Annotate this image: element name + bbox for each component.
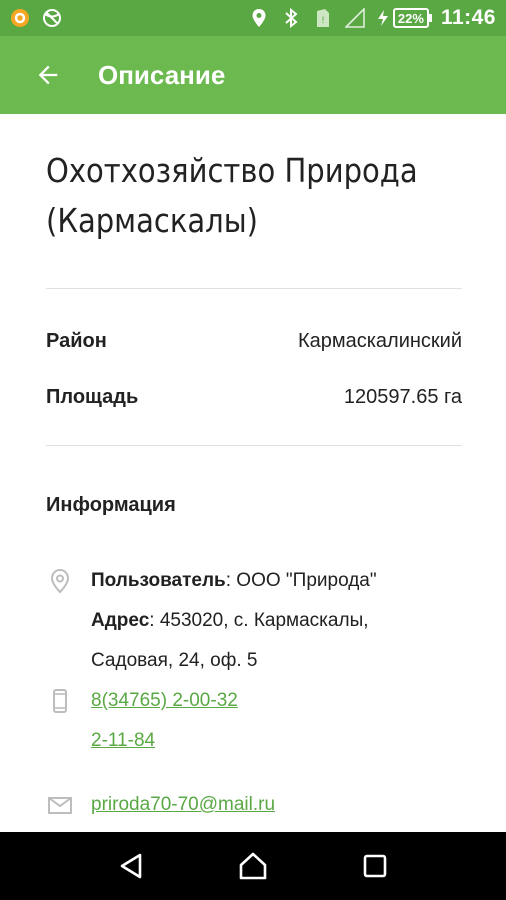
- info-block: Пользователь: ООО "Природа" Адрес: 45302…: [46, 561, 462, 825]
- status-bar-left: [10, 8, 62, 28]
- battery-group: 22%: [377, 8, 432, 28]
- battery-percent: 22%: [397, 10, 424, 26]
- property-value: 120597.65 га: [343, 385, 462, 408]
- home-icon: [239, 852, 267, 880]
- nav-home-button[interactable]: [233, 846, 273, 886]
- address-label: Адрес: [91, 610, 150, 631]
- nav-recents-button[interactable]: [355, 846, 395, 886]
- back-button[interactable]: [0, 36, 98, 114]
- phone-block: 8(34765) 2-00-32 2-11-84: [46, 681, 462, 761]
- info-section-title: Информация: [46, 494, 176, 516]
- recents-icon: [363, 854, 387, 878]
- sim-card-icon: !: [313, 8, 333, 28]
- property-label: Площадь: [46, 385, 139, 408]
- charging-icon: [377, 8, 389, 28]
- phone-icon: [53, 689, 67, 713]
- owner-line: Пользователь: ООО "Природа": [46, 561, 462, 601]
- divider: [46, 288, 462, 289]
- hunting-ground-name: Охотхозяйство Природа (Кармаскалы): [46, 151, 418, 240]
- detail-content: Охотхозяйство Природа (Кармаскалы) Район…: [46, 114, 462, 825]
- blocked-globe-icon: [42, 8, 62, 28]
- location-pin-icon: [50, 568, 70, 594]
- owner-label: Пользователь: [91, 570, 226, 591]
- owner-value: : ООО "Природа": [225, 570, 377, 591]
- property-row-area: Площадь 120597.65 га: [46, 369, 462, 425]
- email-link[interactable]: priroda70-70@mail.ru: [91, 794, 275, 816]
- arrow-back-icon: [38, 65, 58, 85]
- properties-list: Район Кармаскалинский Площадь 120597.65 …: [46, 313, 462, 425]
- phone-link-2[interactable]: 2-11-84: [91, 730, 155, 752]
- app-notification-icon: [10, 8, 30, 28]
- address-line: Адрес: 453020, с. Кармаскалы,: [46, 601, 462, 641]
- mail-icon: [48, 797, 72, 814]
- property-label: Район: [46, 329, 107, 352]
- phone-link-1[interactable]: 8(34765) 2-00-32: [91, 690, 238, 712]
- property-row-district: Район Кармаскалинский: [46, 313, 462, 369]
- address-line-2: Садовая, 24, оф. 5: [46, 641, 462, 681]
- address-value-continued: Садовая, 24, оф. 5: [91, 650, 258, 671]
- nav-back-button[interactable]: [111, 846, 151, 886]
- email-line: priroda70-70@mail.ru: [46, 785, 462, 825]
- battery-icon: 22%: [392, 8, 432, 28]
- phone-line: 8(34765) 2-00-32: [46, 681, 462, 721]
- clock: 11:46: [440, 6, 496, 29]
- email-block: priroda70-70@mail.ru: [46, 785, 462, 825]
- bluetooth-icon: [281, 8, 301, 28]
- status-bar: ! 22% 11:46: [0, 0, 506, 36]
- triangle-back-icon: [120, 853, 142, 879]
- location-icon: [249, 8, 269, 28]
- signal-icon: [344, 8, 365, 28]
- app-bar: Описание: [0, 36, 506, 114]
- address-value: : 453020, с. Кармаскалы,: [149, 610, 369, 631]
- phone-line-2: 2-11-84: [46, 721, 462, 761]
- navigation-bar: [0, 832, 506, 900]
- divider: [46, 445, 462, 446]
- svg-text:!: !: [321, 16, 325, 26]
- property-value: Кармаскалинский: [297, 329, 462, 352]
- page-title: Описание: [98, 59, 226, 90]
- status-bar-right: ! 22% 11:46: [249, 6, 496, 30]
